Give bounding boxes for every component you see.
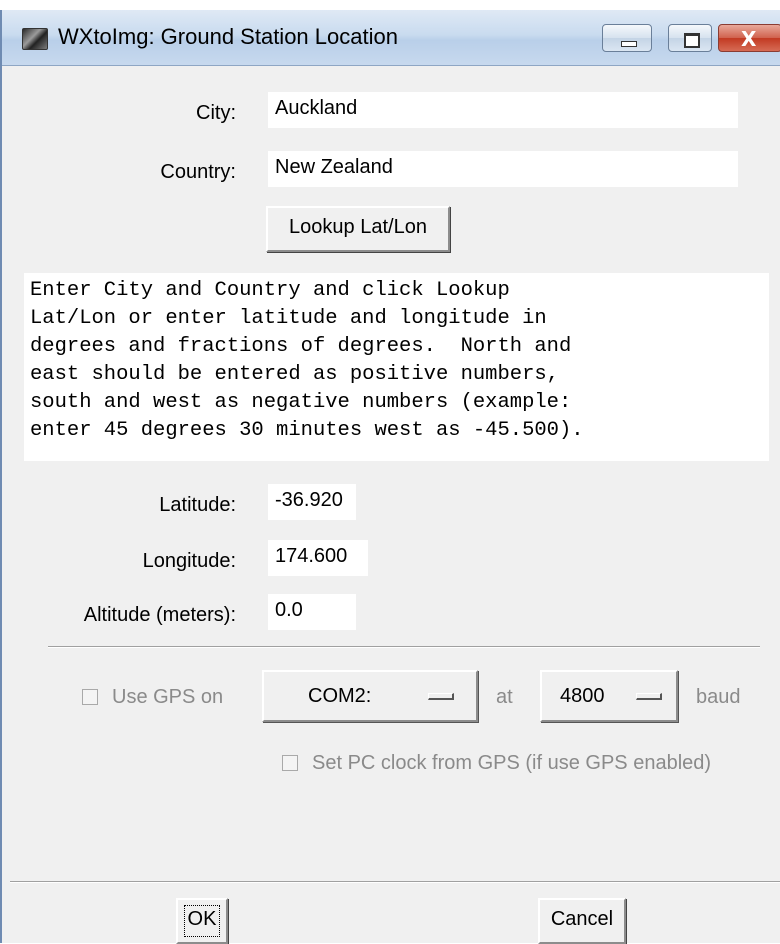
set-pc-clock-label: Set PC clock from GPS (if use GPS enable…	[312, 752, 712, 774]
gps-port-value: COM2:	[308, 685, 372, 707]
maximize-icon[interactable]	[668, 24, 712, 52]
cancel-button[interactable]: Cancel	[538, 898, 626, 944]
latitude-label: Latitude:	[159, 494, 236, 516]
altitude-label: Altitude (meters):	[83, 604, 236, 626]
lookup-lat-lon-button[interactable]: Lookup Lat/Lon	[266, 206, 450, 252]
dropdown-indicator-icon	[636, 693, 662, 700]
separator	[48, 646, 760, 648]
footer-separator	[10, 881, 780, 883]
use-gps-label: Use GPS on	[112, 686, 224, 708]
ok-button[interactable]: OK	[176, 898, 228, 944]
gps-port-select[interactable]: COM2:	[262, 670, 478, 722]
instructions-line: degrees and fractions of degrees. North …	[30, 335, 572, 358]
baud-rate-select[interactable]: 4800	[540, 670, 678, 722]
instructions-line: enter 45 degrees 30 minutes west as -45.…	[30, 419, 584, 442]
title-bar[interactable]: WXtoImg: Ground Station Location	[2, 10, 780, 66]
instructions-line: Enter City and Country and click Lookup	[30, 279, 510, 302]
app-icon[interactable]	[22, 28, 48, 50]
focus-indicator	[184, 905, 220, 937]
dialog-body: City: Auckland Country: New Zealand Look…	[10, 66, 780, 944]
ground-station-location-window: WXtoImg: Ground Station Location City: A…	[0, 10, 780, 944]
latitude-field[interactable]: -36.920	[268, 484, 356, 520]
baud-label: baud	[696, 686, 741, 708]
country-field[interactable]: New Zealand	[268, 151, 738, 187]
city-field[interactable]: Auckland	[268, 92, 738, 128]
instructions-text: Enter City and Country and click Lookup L…	[24, 273, 769, 461]
instructions-line: east should be entered as positive numbe…	[30, 363, 559, 386]
city-label: City:	[196, 102, 236, 124]
at-label: at	[496, 686, 513, 708]
instructions-line: south and west as negative numbers (exam…	[30, 391, 572, 414]
longitude-label: Longitude:	[142, 550, 236, 572]
use-gps-checkbox[interactable]	[82, 689, 98, 705]
set-pc-clock-checkbox[interactable]	[282, 755, 298, 771]
minimize-icon[interactable]	[602, 24, 652, 52]
country-label: Country:	[160, 161, 236, 183]
baud-rate-value: 4800	[560, 685, 605, 707]
close-icon[interactable]	[718, 24, 780, 52]
window-title: WXtoImg: Ground Station Location	[58, 24, 398, 49]
altitude-field[interactable]: 0.0	[268, 594, 356, 630]
dropdown-indicator-icon	[428, 693, 454, 700]
longitude-field[interactable]: 174.600	[268, 540, 368, 576]
instructions-line: Lat/Lon or enter latitude and longitude …	[30, 307, 547, 330]
